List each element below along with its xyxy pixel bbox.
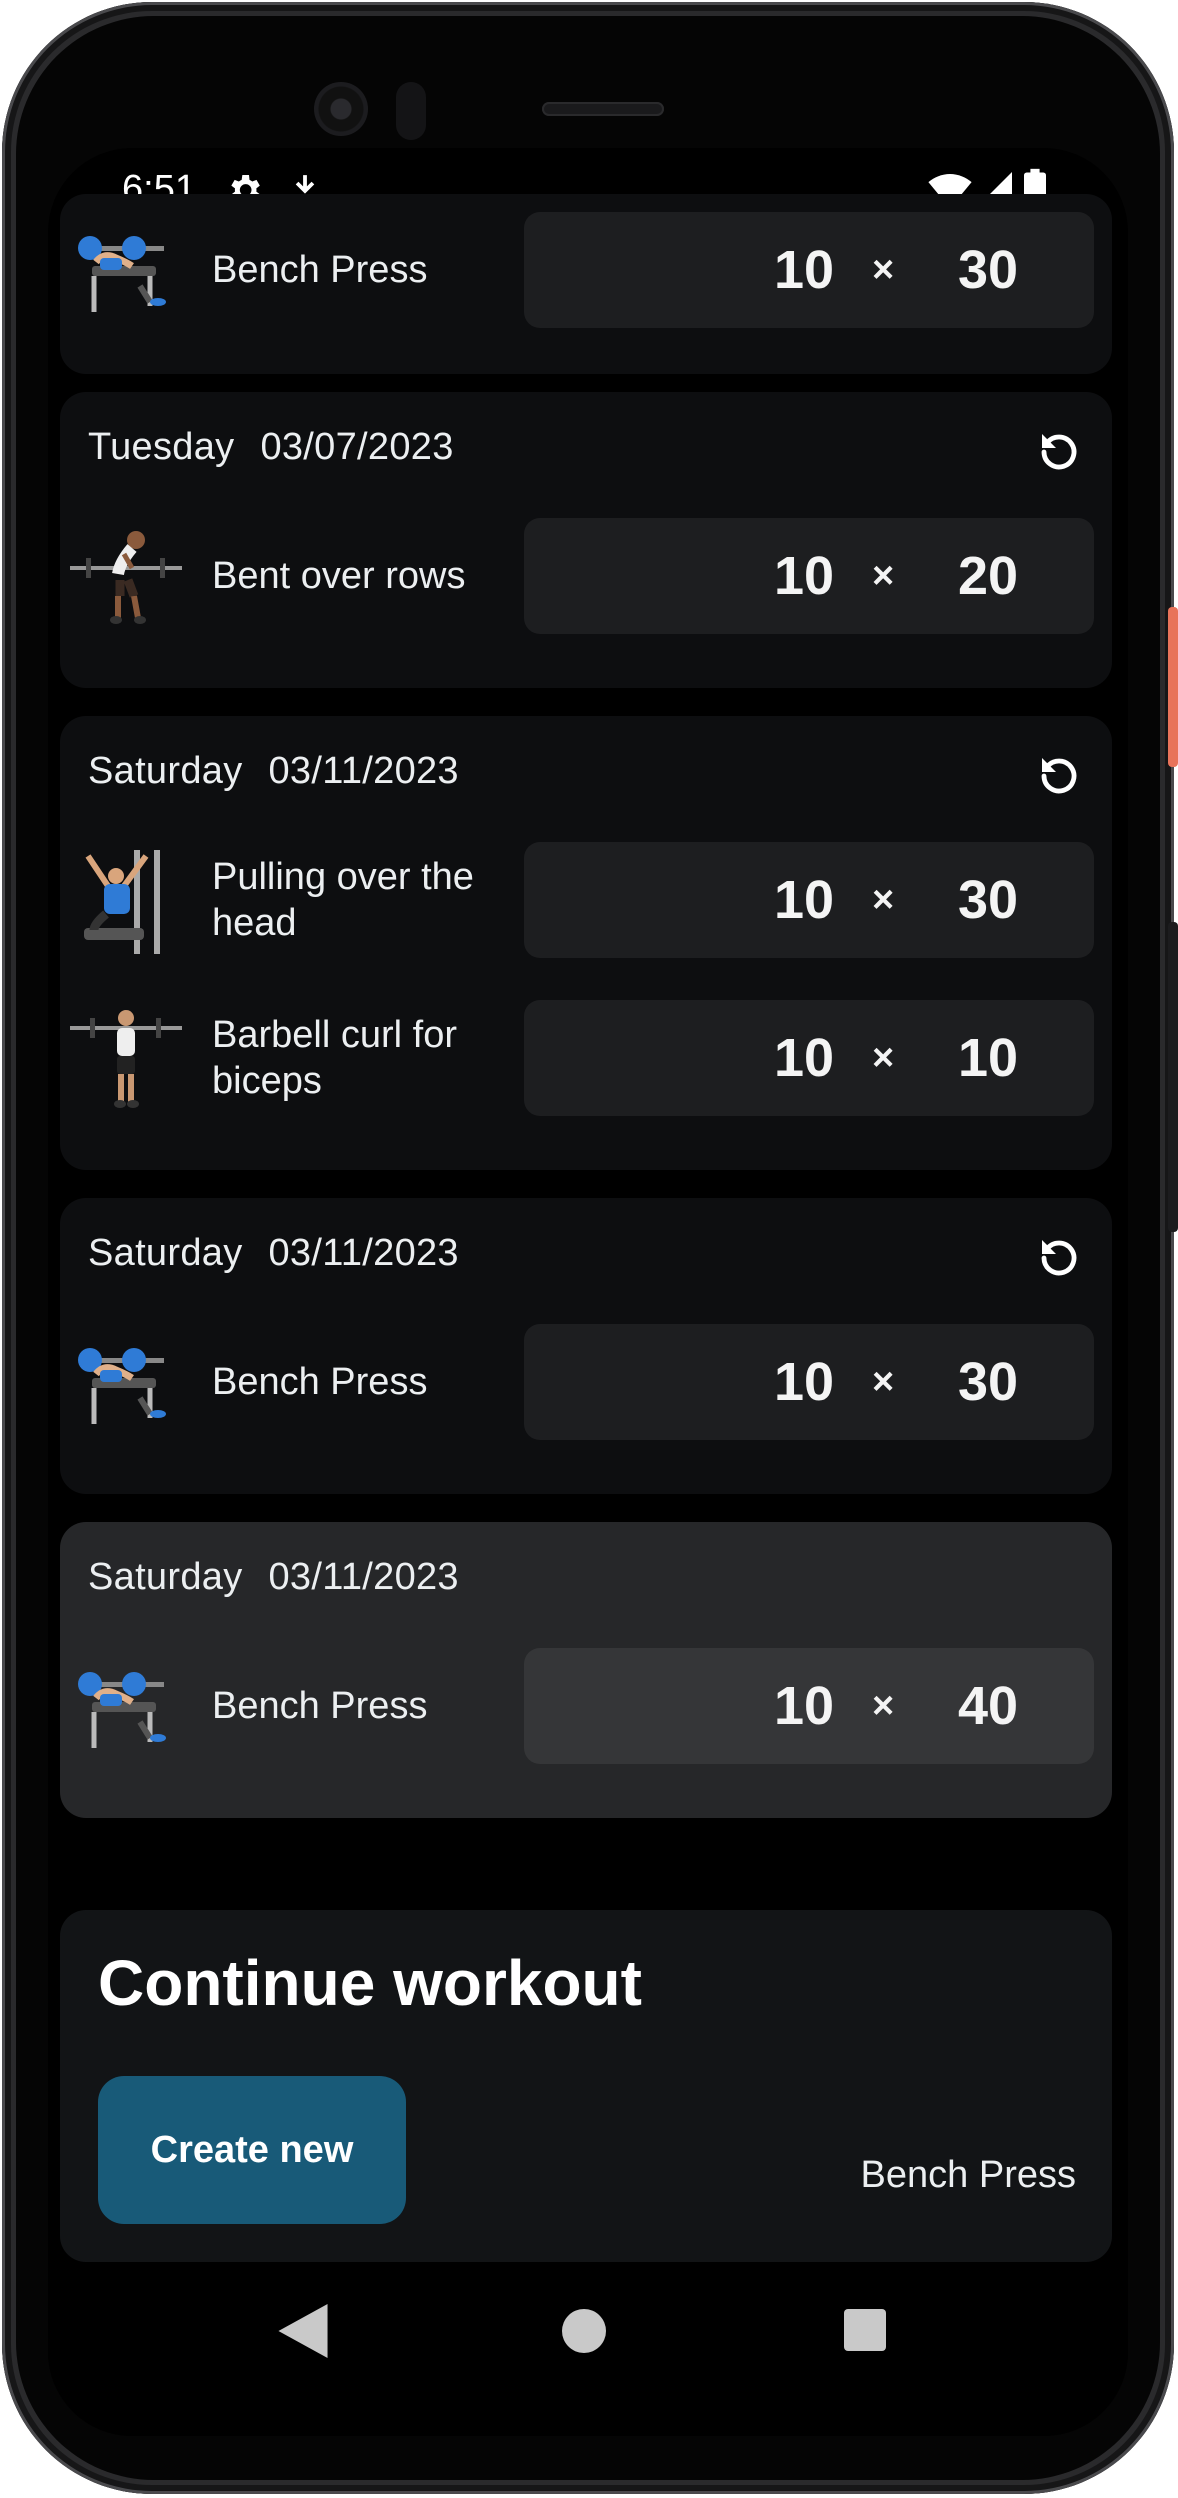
reps-value: 10 [774,546,835,606]
screen: 6:51 Bench Press 10 × 30 Tuesday 03/07/2… [48,148,1128,2436]
navigation-bar [48,2264,1128,2436]
workout-date: Tuesday 03/07/2023 [88,426,454,469]
bench-press-icon [78,1348,166,1424]
exercise-row[interactable]: Bench Press 10 × 30 [60,212,1112,328]
restore-icon[interactable] [1034,750,1082,798]
proximity-sensor [396,82,426,140]
create-new-button[interactable]: Create new [98,2076,406,2224]
weight-value: 30 [958,870,1019,930]
workout-weekday: Saturday [88,1232,243,1274]
workout-date: Saturday 03/11/2023 [88,750,459,793]
workout-date: Saturday 03/11/2023 [88,1232,459,1275]
restore-icon[interactable] [1034,426,1082,474]
weight-value: 30 [958,240,1019,300]
workout-date-value: 03/11/2023 [268,750,459,792]
times-sign: × [872,1037,895,1079]
workout-date-value: 03/07/2023 [260,426,454,468]
weight-value: 10 [958,1028,1019,1088]
exercise-row[interactable]: Bent over rows 10 × 20 [60,518,1112,634]
weight-value: 30 [958,1352,1019,1412]
workout-card[interactable]: Saturday 03/11/2023 Pulling over the head… [60,716,1112,1170]
exercise-name: Bench Press [212,249,428,291]
continue-exercise-label[interactable]: Bench Press [861,2154,1076,2197]
set-value-box[interactable]: 10 × 40 [524,1648,1094,1764]
back-icon[interactable] [278,2304,328,2358]
set-value-box[interactable]: 10 × 30 [524,842,1094,958]
set-value-box[interactable]: 10 × 30 [524,212,1094,328]
reps-value: 10 [774,240,835,300]
reps-value: 10 [774,1676,835,1736]
workout-weekday: Saturday [88,750,243,792]
exercise-name: Bench Press [212,1685,428,1727]
workout-weekday: Tuesday [88,426,235,468]
exercise-row[interactable]: Bench Press 10 × 30 [60,1324,1112,1440]
times-sign: × [872,1685,895,1727]
set-value-box[interactable]: 10 × 20 [524,518,1094,634]
restore-icon[interactable] [1034,1232,1082,1280]
weight-value: 40 [958,1676,1019,1736]
continue-workout-title: Continue workout [98,1947,642,2019]
exercise-name: Barbell curl for biceps [212,1014,457,1102]
exercise-row[interactable]: Barbell curl for biceps 10 × 10 [60,1000,1112,1116]
workout-card[interactable]: Tuesday 03/07/2023 Bent over rows 10 × 2… [60,392,1112,688]
recents-icon[interactable] [844,2309,886,2351]
workout-date-value: 03/11/2023 [268,1232,459,1274]
reps-value: 10 [774,870,835,930]
times-sign: × [872,249,895,291]
times-sign: × [872,879,895,921]
workout-date: Saturday 03/11/2023 [88,1556,459,1599]
workout-card-selected[interactable]: Saturday 03/11/2023 Bench Press 10 × 40 [60,1522,1112,1818]
bench-press-icon [78,1672,166,1748]
times-sign: × [872,555,895,597]
set-value-box[interactable]: 10 × 10 [524,1000,1094,1116]
workout-card[interactable]: Bench Press 10 × 30 [60,194,1112,374]
workout-history-list[interactable]: Bench Press 10 × 30 Tuesday 03/07/2023 B… [48,194,1128,2264]
exercise-row[interactable]: Pulling over the head 10 × 30 [60,842,1112,958]
exercise-name: Bent over rows [212,555,466,597]
workout-weekday: Saturday [88,1556,243,1598]
exercise-row[interactable]: Bench Press 10 × 40 [60,1648,1112,1764]
continue-workout-panel: Continue workout Create new Bench Press [60,1910,1112,2262]
exercise-name: Bench Press [212,1361,428,1403]
power-button [1168,607,1178,767]
bent-over-rows-icon [70,531,182,624]
reps-value: 10 [774,1028,835,1088]
exercise-name: Pulling over the head [212,856,474,944]
front-camera [314,82,368,136]
workout-date-value: 03/11/2023 [268,1556,459,1598]
home-icon[interactable] [562,2309,606,2353]
pullover-icon [84,850,160,954]
reps-value: 10 [774,1352,835,1412]
barbell-curl-icon [70,1010,182,1108]
earpiece-speaker [542,102,664,116]
workout-card[interactable]: Saturday 03/11/2023 Bench Press 10 × 30 [60,1198,1112,1494]
weight-value: 20 [958,546,1019,606]
times-sign: × [872,1361,895,1403]
set-value-box[interactable]: 10 × 30 [524,1324,1094,1440]
bench-press-icon [78,236,166,312]
volume-button [1168,922,1178,1232]
